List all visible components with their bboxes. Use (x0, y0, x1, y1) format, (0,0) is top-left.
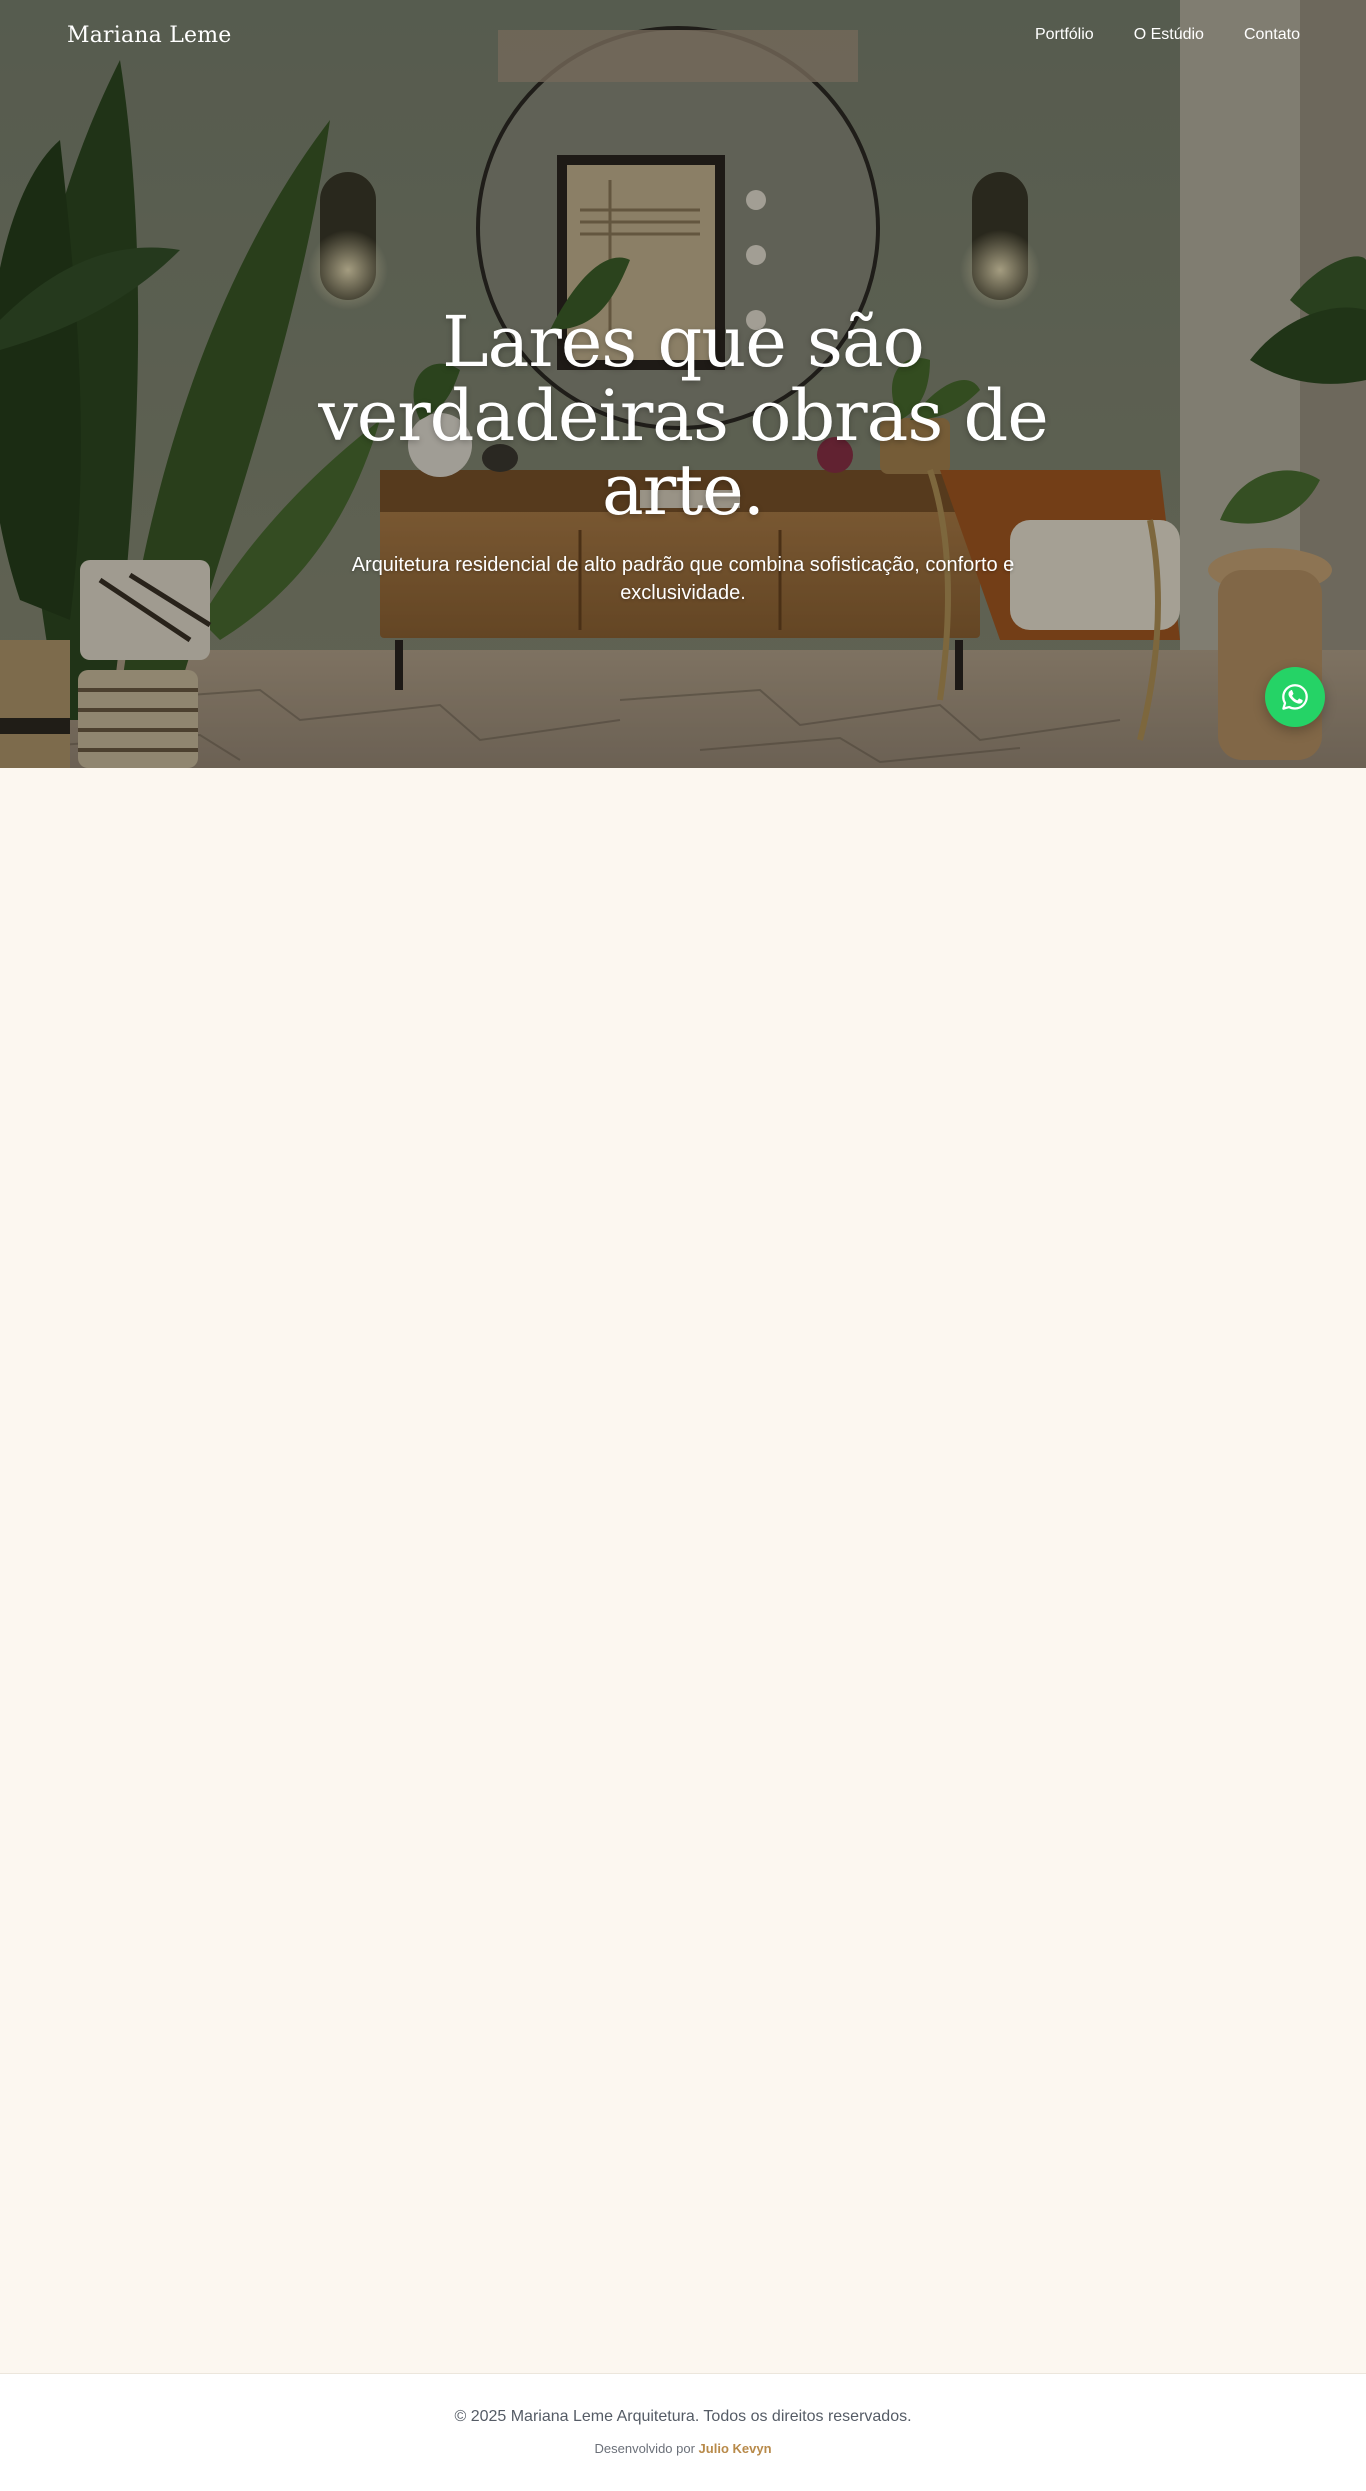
main-nav: Portfólio O Estúdio Contato (1035, 26, 1300, 44)
hero-section: Mariana Leme Portfólio O Estúdio Contato… (0, 0, 1366, 768)
hero-title: Lares que são verdadeiras obras de arte. (318, 301, 1049, 531)
whatsapp-button[interactable] (1265, 667, 1325, 727)
site-footer: © 2025 Mariana Leme Arquitetura. Todos o… (0, 2373, 1366, 2491)
nav-link-studio[interactable]: O Estúdio (1134, 26, 1204, 44)
site-header: Mariana Leme Portfólio O Estúdio Contato (0, 0, 1366, 70)
footer-copyright: © 2025 Mariana Leme Arquitetura. Todos o… (454, 2408, 912, 2425)
nav-link-portfolio[interactable]: Portfólio (1035, 26, 1094, 44)
footer-credit: Desenvolvido por Julio Kevyn (0, 2441, 1366, 2456)
hero-subtitle: Arquitetura residencial de alto padrão q… (351, 554, 1015, 604)
whatsapp-icon (1282, 684, 1308, 710)
nav-link-contact[interactable]: Contato (1244, 26, 1300, 44)
hero-copy: Lares que são verdadeiras obras de arte.… (0, 305, 1366, 607)
main-content-area (0, 768, 1366, 2373)
developer-link[interactable]: Julio Kevyn (699, 2441, 772, 2456)
footer-credit-prefix: Desenvolvido por (594, 2441, 699, 2456)
site-logo[interactable]: Mariana Leme (67, 23, 232, 48)
